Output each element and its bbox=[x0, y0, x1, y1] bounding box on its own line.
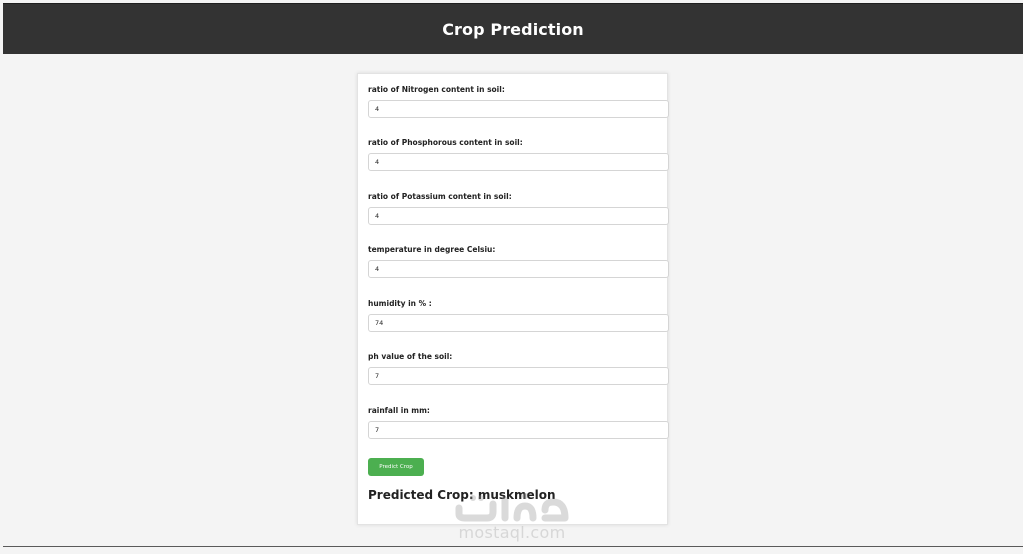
temperature-label: temperature in degree Celsiu: bbox=[368, 245, 496, 254]
rainfall-input[interactable] bbox=[368, 421, 669, 439]
prediction-result: Predicted Crop: muskmelon bbox=[368, 488, 556, 502]
nitrogen-label: ratio of Nitrogen content in soil: bbox=[368, 85, 505, 94]
ph-label: ph value of the soil: bbox=[368, 352, 453, 361]
potassium-label: ratio of Potassium content in soil: bbox=[368, 192, 512, 201]
humidity-label: humidity in % : bbox=[368, 299, 432, 308]
rainfall-label: rainfall in mm: bbox=[368, 406, 430, 415]
watermark-text: mostaql.com bbox=[458, 523, 566, 542]
app-header: Crop Prediction bbox=[3, 3, 1023, 54]
predict-crop-button[interactable]: Predict Crop bbox=[368, 458, 424, 476]
phosphorous-input[interactable] bbox=[368, 153, 669, 171]
prediction-form-card: ratio of Nitrogen content in soil: ratio… bbox=[357, 73, 669, 525]
temperature-input[interactable] bbox=[368, 260, 669, 278]
nitrogen-input[interactable] bbox=[368, 100, 669, 118]
phosphorous-label: ratio of Phosphorous content in soil: bbox=[368, 138, 523, 147]
potassium-input[interactable] bbox=[368, 207, 669, 225]
bottom-divider bbox=[3, 546, 1023, 547]
ph-input[interactable] bbox=[368, 367, 669, 385]
page-title: Crop Prediction bbox=[442, 19, 584, 39]
humidity-input[interactable] bbox=[368, 314, 669, 332]
